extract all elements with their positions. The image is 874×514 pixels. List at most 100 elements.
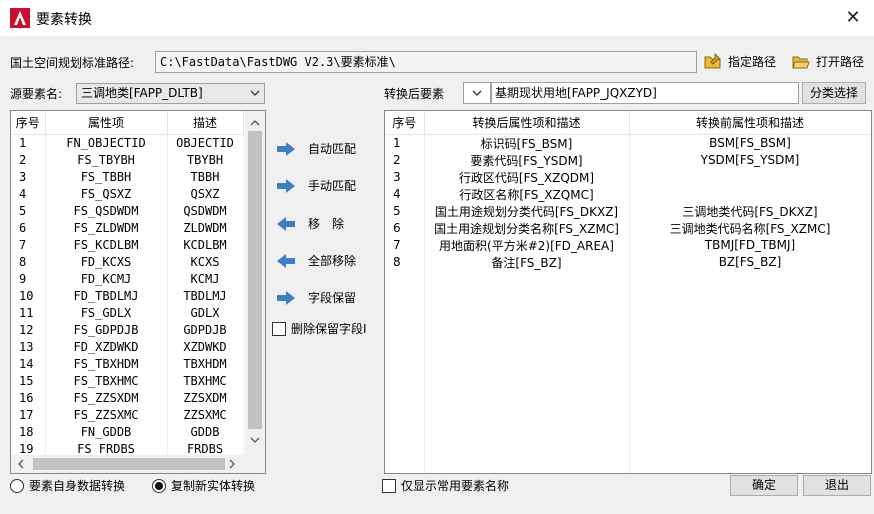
table-cell: 行政区代码[FS_XZQDM] <box>424 168 630 186</box>
column-header-index[interactable]: 序号 <box>11 111 46 135</box>
table-row[interactable]: 4 FS_QSXZ QSXZ <box>11 185 244 202</box>
source-attribute-list[interactable]: 序号 属性项 描述 1 FN_OBJECTID OBJECTID 2 FS_TBYBH T… <box>10 110 266 474</box>
target-attribute-list[interactable]: 序号 转换后属性项和描述 转换前属性项和描述 1 标识码[FS_BSM] BSM[F… <box>384 110 872 474</box>
close-button[interactable]: ✕ <box>840 5 866 31</box>
specify-path-button[interactable]: 指定路径 <box>704 53 776 70</box>
delete-kept-fields-checkbox[interactable]: 删除保留字段I <box>272 320 376 337</box>
table-cell: 11 <box>11 304 46 321</box>
radio-button-selected[interactable] <box>152 478 166 493</box>
column-header-description[interactable]: 描述 <box>167 111 244 135</box>
table-cell: 3 <box>385 168 425 186</box>
app-logo-icon <box>10 8 30 28</box>
table-row[interactable]: 1 FN_OBJECTID OBJECTID <box>11 134 244 151</box>
table-row[interactable]: 6 国土用途规划分类名称[FS_XZMC] 三调地类代码名称[FS_XZMC] <box>385 219 871 237</box>
table-row[interactable]: 14 FS_TBXHDM TBXHDM <box>11 355 244 372</box>
ok-button[interactable]: 确定 <box>730 475 798 496</box>
radio-self-data-convert[interactable]: 要素自身数据转换 <box>10 477 125 494</box>
horizontal-scrollbar-thumb[interactable] <box>33 458 225 470</box>
table-cell: FS_GDLX <box>45 304 168 321</box>
table-cell: TBXHDM <box>167 355 244 372</box>
table-cell: 4 <box>11 185 46 202</box>
table-cell: 13 <box>11 338 46 355</box>
table-row[interactable]: 7 用地面积(平方米#2)[FD_AREA] TBMJ[FD_TBMJ] <box>385 236 871 254</box>
radio-copy-entity-convert[interactable]: 复制新实体转换 <box>152 477 255 494</box>
scrollbar-thumb[interactable] <box>248 131 262 429</box>
table-row[interactable]: 1 标识码[FS_BSM] BSM[FS_BSM] <box>385 134 871 152</box>
source-element-select[interactable]: 三调地类[FAPP_DLTB] <box>76 83 265 104</box>
scroll-left-arrow-icon[interactable] <box>17 459 24 469</box>
table-cell: FS_TBXHMC <box>45 372 168 389</box>
table-row[interactable]: 12 FS_GDPDJB GDPDJB <box>11 321 244 338</box>
table-cell: 6 <box>11 219 46 236</box>
only-common-elements-checkbox[interactable]: 仅显示常用要素名称 <box>382 477 509 494</box>
arrow-right-icon <box>277 178 295 193</box>
table-row[interactable]: 8 备注[FS_BZ] BZ[FS_BZ] <box>385 253 871 271</box>
table-row[interactable]: 6 FS_ZLDWDM ZLDWDM <box>11 219 244 236</box>
radio-self-label: 要素自身数据转换 <box>29 479 126 493</box>
table-row[interactable]: 5 国土用途规划分类代码[FS_DKXZ] 三调地类代码[FS_DKXZ] <box>385 202 871 220</box>
scroll-up-arrow-icon[interactable] <box>250 119 260 126</box>
table-row[interactable]: 15 FS_TBXHMC TBXHMC <box>11 372 244 389</box>
table-cell: 4 <box>385 185 425 203</box>
column-header-original[interactable]: 转换前属性项和描述 <box>629 111 871 135</box>
table-row[interactable]: 7 FS_KCDLBM KCDLBM <box>11 236 244 253</box>
table-cell: FS_QSXZ <box>45 185 168 202</box>
target-element-field[interactable]: 基期现状用地[FAPP_JQXZYD] <box>491 82 799 104</box>
keep-field-button[interactable]: 字段保留 <box>276 289 356 306</box>
table-cell: 16 <box>11 389 46 406</box>
remove-all-button[interactable]: 全部移除 <box>276 252 356 269</box>
table-cell: FS_KCDLBM <box>45 236 168 253</box>
remove-button[interactable]: 移 除 <box>276 215 344 232</box>
table-row[interactable]: 2 要素代码[FS_YSDM] YSDM[FS_YSDM] <box>385 151 871 169</box>
table-row[interactable]: 4 行政区名称[FS_XZQMC] <box>385 185 871 203</box>
scroll-right-arrow-icon[interactable] <box>229 459 236 469</box>
table-row[interactable]: 3 FS_TBBH TBBH <box>11 168 244 185</box>
remove-label: 移 除 <box>308 217 345 231</box>
column-header-converted[interactable]: 转换后属性项和描述 <box>424 111 630 135</box>
table-cell: 18 <box>11 423 46 440</box>
auto-match-button[interactable]: 自动匹配 <box>276 140 356 157</box>
manual-match-button[interactable]: 手动匹配 <box>276 177 356 194</box>
table-cell: 14 <box>11 355 46 372</box>
column-header-attribute[interactable]: 属性项 <box>45 111 168 135</box>
table-cell: OBJECTID <box>167 134 244 151</box>
table-row[interactable]: 17 FS_ZZSXMC ZZSXMC <box>11 406 244 423</box>
radio-button[interactable] <box>10 478 24 493</box>
table-row[interactable]: 5 FS_QSDWDM QSDWDM <box>11 202 244 219</box>
standard-path-field[interactable]: C:\FastData\FastDWG V2.3\要素标准\ <box>155 51 697 73</box>
target-dropdown-button[interactable] <box>463 82 491 104</box>
open-path-button[interactable]: 打开路径 <box>792 53 864 70</box>
keep-field-label: 字段保留 <box>308 291 357 305</box>
table-cell: 6 <box>385 219 425 237</box>
table-cell: 3 <box>11 168 46 185</box>
checkbox-box[interactable] <box>272 321 286 336</box>
column-header-index[interactable]: 序号 <box>385 111 425 135</box>
table-row[interactable]: 16 FS_ZZSXDM ZZSXDM <box>11 389 244 406</box>
table-row[interactable]: 11 FS_GDLX GDLX <box>11 304 244 321</box>
table-row[interactable]: 3 行政区代码[FS_XZQDM] <box>385 168 871 186</box>
table-row[interactable]: 8 FD_KCXS KCXS <box>11 253 244 270</box>
classify-select-button[interactable]: 分类选择 <box>802 82 866 104</box>
source-vertical-scrollbar[interactable] <box>245 111 265 455</box>
checkbox-box[interactable] <box>382 478 396 493</box>
table-cell: FN_OBJECTID <box>45 134 168 151</box>
table-row[interactable]: 18 FN_GDDB GDDB <box>11 423 244 440</box>
arrow-right-icon <box>277 141 295 156</box>
table-cell: 8 <box>11 253 46 270</box>
target-element-label: 转换后要素 <box>384 87 445 101</box>
table-cell: FD_KCXS <box>45 253 168 270</box>
column-divider <box>424 135 425 473</box>
table-cell: TBYBH <box>167 151 244 168</box>
table-cell: FS_TBYBH <box>45 151 168 168</box>
table-cell: 9 <box>11 270 46 287</box>
open-path-label: 打开路径 <box>816 55 865 69</box>
table-cell: XZDWKD <box>167 338 244 355</box>
table-cell: 标识码[FS_BSM] <box>424 134 630 152</box>
exit-button[interactable]: 退出 <box>803 475 871 496</box>
table-row[interactable]: 9 FD_KCMJ KCMJ <box>11 270 244 287</box>
table-row[interactable]: 10 FD_TBDLMJ TBDLMJ <box>11 287 244 304</box>
scroll-down-arrow-icon[interactable] <box>250 437 260 444</box>
table-row[interactable]: 2 FS_TBYBH TBYBH <box>11 151 244 168</box>
table-row[interactable]: 13 FD_XZDWKD XZDWKD <box>11 338 244 355</box>
source-horizontal-scrollbar[interactable] <box>11 455 265 473</box>
